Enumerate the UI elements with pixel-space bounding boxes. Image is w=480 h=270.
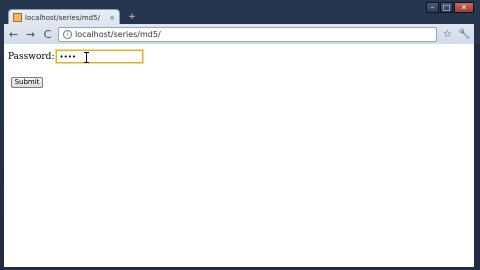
new-tab-button[interactable]: + (126, 12, 138, 22)
favicon-icon (13, 13, 22, 22)
page-info-icon[interactable]: i (63, 29, 72, 39)
close-window-button[interactable]: ✕ (454, 2, 474, 13)
tab-strip: localhost/series/md5/ × + (4, 4, 444, 25)
tab-close-icon[interactable]: × (109, 14, 115, 22)
browser-toolbar: ← → C i localhost/series/md5/ ☆ 🔧 (4, 24, 474, 44)
tab-title: localhost/series/md5/ (25, 13, 100, 22)
password-label: Password: (8, 51, 55, 62)
reload-button[interactable]: C (41, 28, 54, 41)
tab-active[interactable]: localhost/series/md5/ × (8, 9, 120, 25)
forward-button[interactable]: → (24, 28, 37, 41)
password-input[interactable] (56, 50, 144, 63)
address-bar[interactable]: i localhost/series/md5/ (58, 26, 437, 42)
window-right-border (474, 44, 480, 270)
bookmark-star-icon[interactable]: ☆ (441, 28, 454, 41)
page-content: Password: Submit (4, 44, 474, 267)
wrench-menu-icon[interactable]: 🔧 (458, 28, 471, 41)
password-row: Password: (8, 50, 144, 63)
back-button[interactable]: ← (7, 28, 20, 41)
url-text: localhost/series/md5/ (75, 29, 161, 39)
text-cursor-icon (84, 52, 90, 63)
submit-button[interactable]: Submit (11, 77, 43, 88)
